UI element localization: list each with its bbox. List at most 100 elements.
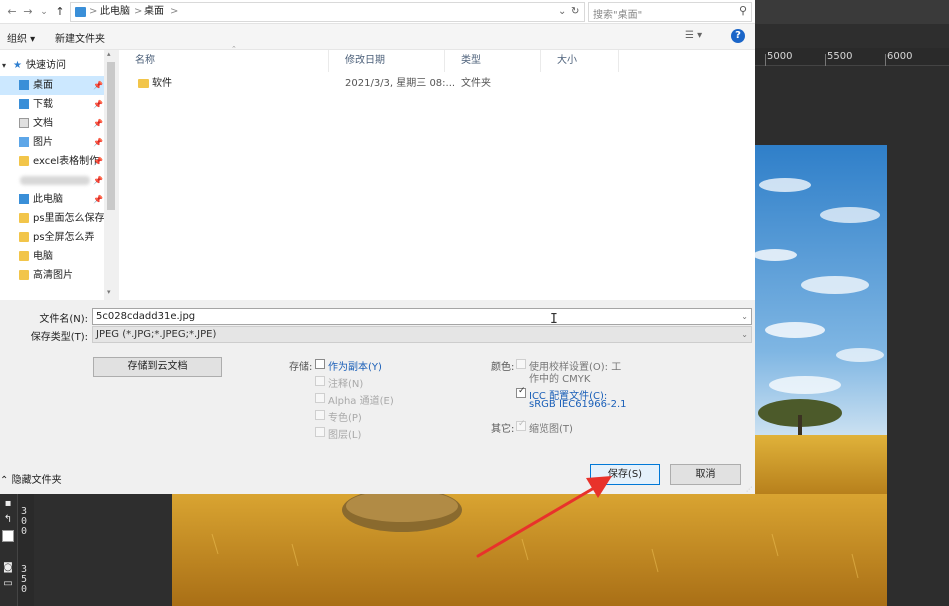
nav-item-blurred[interactable]: 📌 — [0, 171, 104, 190]
documents-folder-icon — [19, 118, 29, 128]
column-header-name[interactable]: 名称 — [119, 50, 329, 72]
check-mark-icon: ✓ — [518, 419, 526, 429]
nav-item-documents[interactable]: 文档 📌 — [0, 114, 104, 133]
text-cursor-icon: I — [550, 312, 558, 327]
back-arrow-icon[interactable]: ← — [4, 3, 20, 21]
nav-item-desktop[interactable]: 桌面 📌 — [0, 76, 104, 95]
breadcrumb-separator: > — [134, 6, 143, 17]
pin-icon[interactable]: 📌 — [93, 76, 103, 95]
spot-color-checkbox[interactable] — [315, 410, 325, 420]
search-input[interactable]: 搜索"桌面" ⚲ — [588, 2, 752, 22]
save-button[interactable]: 保存(S) — [590, 464, 660, 485]
file-date: 2021/3/3, 星期三 08:... — [345, 78, 456, 89]
recent-locations-chevron-icon[interactable]: ⌄ — [36, 3, 52, 21]
organize-menu[interactable]: 组织 ▾ — [7, 30, 35, 45]
column-header-type[interactable]: 类型 — [445, 50, 541, 72]
column-header-date[interactable]: 修改日期 — [329, 50, 445, 72]
filetype-value: JPEG (*.JPG;*.JPEG;*.JPE) — [96, 329, 217, 340]
filename-input[interactable]: 5c028cdadd31e.jpg ⌄ — [92, 308, 752, 325]
nav-item-pictures[interactable]: 图片 📌 — [0, 133, 104, 152]
pin-icon[interactable]: 📌 — [93, 190, 103, 209]
notes-checkbox[interactable] — [315, 376, 325, 386]
refresh-icon[interactable]: ↻ — [571, 5, 579, 19]
pin-icon[interactable]: 📌 — [93, 171, 103, 190]
breadcrumb-desktop[interactable]: 桌面 — [144, 5, 164, 19]
desktop-folder-icon — [19, 80, 29, 90]
as-copy-checkbox[interactable] — [315, 359, 325, 369]
pin-icon[interactable]: 📌 — [93, 152, 103, 171]
view-options-icon[interactable]: ☰ ▾ — [685, 30, 702, 41]
nav-quick-access[interactable]: ▾ ★ 快速访问 — [0, 56, 104, 75]
nav-scrollbar[interactable]: ▴ ▾ — [104, 50, 118, 300]
quick-mask-icon[interactable]: ◙ — [2, 562, 14, 574]
nav-item-hd-pictures[interactable]: 高清图片 — [0, 266, 104, 285]
forward-arrow-icon[interactable]: → — [20, 3, 36, 21]
breadcrumb-separator: > — [89, 6, 98, 17]
command-bar: 组织 ▾ 新建文件夹 ☰ ▾ ? — [0, 24, 755, 50]
scroll-down-icon[interactable]: ▾ — [107, 288, 111, 296]
nav-item-downloads[interactable]: 下载 📌 — [0, 95, 104, 114]
hide-folders-toggle[interactable]: ⌃ 隐藏文件夹 — [0, 471, 62, 486]
layers-label: 图层(L) — [328, 430, 362, 441]
nav-item-label: 桌面 — [33, 80, 53, 91]
nav-item-computer[interactable]: 电脑 — [0, 247, 104, 266]
resize-grip-icon[interactable]: ⋰ — [746, 486, 752, 493]
scroll-up-icon[interactable]: ▴ — [107, 50, 111, 58]
nav-item-label: 电脑 — [33, 251, 53, 262]
search-icon[interactable]: ⚲ — [739, 4, 747, 17]
address-bar[interactable]: > 此电脑 > 桌面 > ⌄ ↻ — [70, 2, 585, 22]
new-folder-button[interactable]: 新建文件夹 — [55, 30, 105, 45]
file-name: 软件 — [152, 78, 172, 89]
file-list: ⌃ 名称 修改日期 类型 大小 软件 2021/3/3, 星期三 08:... … — [119, 45, 755, 300]
proof-setup-checkbox[interactable] — [516, 359, 526, 369]
nav-item-this-pc[interactable]: 此电脑 📌 — [0, 190, 104, 209]
filename-value: 5c028cdadd31e.jpg — [96, 311, 196, 322]
filename-label: 文件名(N): — [39, 314, 88, 325]
ruler-tick — [765, 54, 766, 66]
proof-setup-label-line2: 作中的 CMYK — [529, 374, 591, 385]
hide-folders-label: 隐藏文件夹 — [11, 475, 62, 486]
cancel-button[interactable]: 取消 — [670, 464, 741, 485]
collapse-chevron-icon[interactable]: ▾ — [2, 56, 6, 75]
save-to-cloud-button[interactable]: 存储到云文档 — [93, 357, 222, 377]
color-options-label: 颜色: — [491, 362, 515, 373]
nav-item-label: 下载 — [33, 99, 53, 110]
file-type: 文件夹 — [461, 78, 491, 89]
column-header-size[interactable]: 大小 — [541, 50, 619, 72]
this-pc-icon — [19, 194, 29, 204]
swap-colors-icon[interactable]: ↰ — [2, 514, 14, 526]
filetype-dropdown-icon[interactable]: ⌄ — [741, 327, 748, 342]
filetype-label: 保存类型(T): — [30, 332, 88, 343]
nav-scroll-thumb[interactable] — [107, 62, 115, 210]
pin-icon[interactable]: 📌 — [93, 114, 103, 133]
ruler-tick — [885, 54, 886, 66]
canvas-photo-wheat-field — [172, 494, 887, 606]
help-icon[interactable]: ? — [731, 29, 745, 43]
filetype-select[interactable]: JPEG (*.JPG;*.JPEG;*.JPE) ⌄ — [92, 326, 752, 343]
nav-item-excel-folder[interactable]: excel表格制作 📌 — [0, 152, 104, 171]
ps-options-bar — [755, 0, 949, 24]
as-copy-label[interactable]: 作为副本(Y) — [328, 358, 382, 373]
collapse-up-icon: ⌃ — [0, 475, 9, 486]
alpha-checkbox[interactable] — [315, 393, 325, 403]
save-options-label: 存储: — [289, 362, 313, 373]
nav-item-ps-fullscreen[interactable]: ps全屏怎么弄 — [0, 228, 104, 247]
thumbnail-checkbox[interactable]: ✓ — [516, 419, 526, 431]
icc-profile-checkbox[interactable]: ✓ — [516, 386, 526, 398]
nav-item-label: excel表格制作 — [33, 156, 100, 167]
ps-horizontal-ruler: 5000 5500 6000 — [755, 48, 949, 66]
up-arrow-icon[interactable]: ↑ — [52, 3, 68, 21]
check-mark-icon: ✓ — [518, 386, 526, 396]
address-dropdown-chevron-icon[interactable]: ⌄ — [558, 5, 566, 19]
breadcrumb-this-pc[interactable]: 此电脑 — [100, 5, 130, 19]
background-color-swatch[interactable] — [2, 530, 14, 542]
layers-checkbox[interactable] — [315, 427, 325, 437]
filename-dropdown-icon[interactable]: ⌄ — [741, 309, 748, 324]
file-row[interactable]: 软件 2021/3/3, 星期三 08:... 文件夹 — [119, 74, 755, 93]
pin-icon[interactable]: 📌 — [93, 133, 103, 152]
tool-icon[interactable]: ▪ — [2, 498, 14, 510]
ruler-label-5000: 5000 — [767, 51, 793, 62]
pin-icon[interactable]: 📌 — [93, 95, 103, 114]
nav-item-ps-save[interactable]: ps里面怎么保存 — [0, 209, 104, 228]
screen-mode-icon[interactable]: ▭ — [2, 578, 14, 590]
